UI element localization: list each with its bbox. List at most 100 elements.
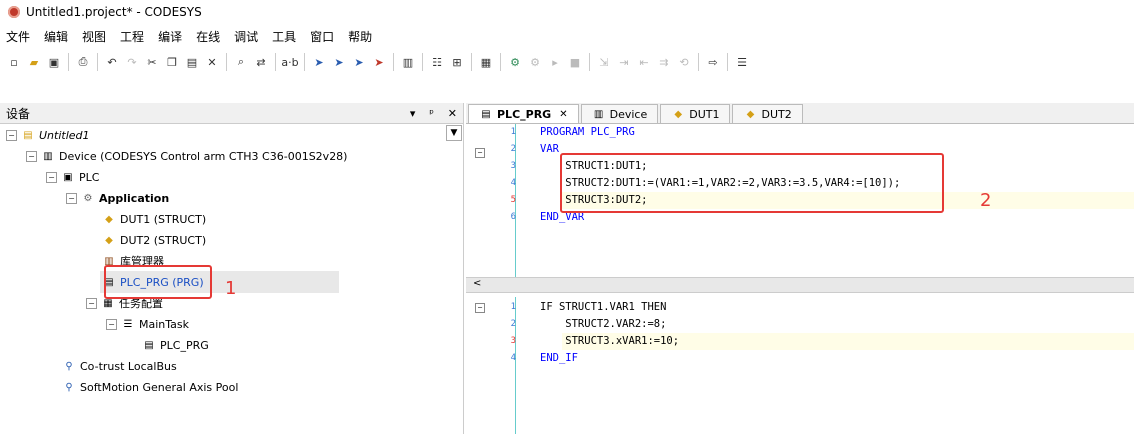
replace-icon[interactable]: ⇄ (253, 54, 269, 70)
declaration-editor[interactable]: − 1 2 3 4 5 6 PROGRAM PLC_PRG VAR STRUCT… (466, 124, 1134, 277)
tree-item-label: DUT2 (STRUCT) (120, 233, 207, 247)
bookmark-2-icon[interactable]: ➤ (331, 54, 347, 70)
tray-icon[interactable]: ☰ (734, 54, 750, 70)
step-a-icon[interactable]: ⇲ (596, 54, 612, 70)
line-number: 4 (510, 353, 516, 363)
step-d-icon[interactable]: ⇉ (656, 54, 672, 70)
tab-close-icon[interactable]: ✕ (559, 109, 567, 120)
tree-item-axis-pool[interactable]: ⚲ SoftMotion General Axis Pool (62, 377, 238, 397)
tab-dut2[interactable]: ◆ DUT2 (732, 104, 803, 123)
program-call-icon: ▤ (144, 339, 154, 351)
scroll-left-icon[interactable]: < (473, 278, 481, 289)
menu-help[interactable]: 帮助 (348, 28, 372, 45)
bookmark-3-icon[interactable]: ➤ (351, 54, 367, 70)
find-icon[interactable]: ⌕ (233, 54, 249, 70)
menu-project[interactable]: 工程 (120, 28, 144, 45)
code-line: PROGRAM PLC_PRG (540, 126, 635, 138)
undo-icon[interactable]: ↶ (104, 54, 120, 70)
menu-debug[interactable]: 调试 (234, 28, 258, 45)
annotation-label-1: 1 (225, 278, 237, 299)
tree-item-label: SoftMotion General Axis Pool (80, 380, 239, 394)
copy-icon[interactable]: ❐ (164, 54, 180, 70)
code-line: END_IF (540, 352, 578, 364)
tree-item-plc-prg-call[interactable]: ▤ PLC_PRG (142, 335, 209, 355)
struct-icon: ◆ (105, 234, 113, 246)
bus-icon: ⚲ (65, 360, 73, 372)
line-number: 5 (510, 195, 516, 205)
tree-item-localbus[interactable]: ⚲ Co-trust LocalBus (62, 356, 177, 376)
collapse-icon[interactable]: − (106, 318, 117, 330)
menu-view[interactable]: 视图 (82, 28, 106, 45)
fold-icon[interactable]: − (475, 303, 485, 313)
menu-file[interactable]: 文件 (6, 28, 30, 45)
gutter (466, 297, 516, 434)
window-icon[interactable]: ▥ (400, 54, 416, 70)
tree-item-label: Untitled1 (39, 128, 90, 142)
menu-window[interactable]: 窗口 (310, 28, 334, 45)
menu-edit[interactable]: 编辑 (44, 28, 68, 45)
redo-icon[interactable]: ↷ (124, 54, 140, 70)
panel-pin-icon[interactable]: ᵖ (429, 107, 434, 120)
tree-item-dut1[interactable]: ◆ DUT1 (STRUCT) (102, 209, 206, 229)
tab-plc-prg[interactable]: ▤ PLC_PRG ✕ (468, 104, 579, 123)
delete-icon[interactable]: ✕ (204, 54, 220, 70)
config-icon[interactable]: ☷ (429, 54, 445, 70)
tree-item-untitled1[interactable]: − ▤ Untitled1 (6, 125, 90, 145)
open-icon[interactable]: ▰ (26, 54, 42, 70)
tree-item-label: DUT1 (STRUCT) (120, 212, 207, 226)
collapse-icon[interactable]: − (6, 129, 17, 141)
tree-item-label: PLC_PRG (160, 338, 209, 352)
paste-icon[interactable]: ▤ (184, 54, 200, 70)
tree-item-device[interactable]: − ▥ Device (CODESYS Control arm CTH3 C36… (26, 146, 347, 166)
toolbar: ▫ ▰ ▣ ⎙ ↶ ↷ ✂ ❐ ▤ ✕ ⌕ ⇄ a·b ➤ ➤ ➤ ➤ ▥ ☷ … (0, 50, 844, 74)
ab-icon[interactable]: a·b (281, 54, 298, 70)
collapse-icon[interactable]: − (26, 150, 37, 162)
menu-online[interactable]: 在线 (196, 28, 220, 45)
tree-item-application[interactable]: − ⚙ Application (66, 188, 169, 208)
program-icon: ▤ (481, 108, 491, 120)
implementation-editor[interactable]: − 1 2 3 4 IF STRUCT1.VAR1 THEN STRUCT2.V… (466, 297, 1134, 434)
run-icon[interactable]: ▸ (547, 54, 563, 70)
panel-close-icon[interactable]: ✕ (448, 107, 457, 120)
plc-icon: ▣ (63, 171, 73, 183)
menu-tools[interactable]: 工具 (272, 28, 296, 45)
tree-item-dut2[interactable]: ◆ DUT2 (STRUCT) (102, 230, 206, 250)
grid-icon[interactable]: ▦ (478, 54, 494, 70)
tree-item-plc[interactable]: − ▣ PLC (46, 167, 99, 187)
add-icon[interactable]: ⊞ (449, 54, 465, 70)
tab-label: PLC_PRG (497, 107, 552, 121)
bookmark-4-icon[interactable]: ➤ (371, 54, 387, 70)
code-line: IF STRUCT1.VAR1 THEN (540, 301, 667, 313)
tab-device[interactable]: ▥ Device (580, 104, 659, 123)
step-e-icon[interactable]: ⟲ (676, 54, 692, 70)
print-icon[interactable]: ⎙ (75, 54, 91, 70)
tab-dut1[interactable]: ◆ DUT1 (660, 104, 731, 123)
editor-splitter[interactable]: < (466, 277, 1134, 293)
tree-item-label: Co-trust LocalBus (80, 359, 177, 373)
stop-icon[interactable]: ■ (567, 54, 583, 70)
task-icon: ☰ (123, 318, 133, 330)
annotation-label-2: 2 (980, 190, 992, 211)
tree-dropdown-icon[interactable]: ▼ (446, 125, 462, 141)
collapse-icon[interactable]: − (86, 297, 97, 309)
collapse-icon[interactable]: − (66, 192, 77, 204)
new-icon[interactable]: ▫ (6, 54, 22, 70)
arrow-icon[interactable]: ⇨ (705, 54, 721, 70)
menu-build[interactable]: 编译 (158, 28, 182, 45)
step-c-icon[interactable]: ⇤ (636, 54, 652, 70)
login-icon[interactable]: ⚙ (507, 54, 523, 70)
tab-label: DUT1 (689, 107, 720, 121)
step-b-icon[interactable]: ⇥ (616, 54, 632, 70)
save-icon[interactable]: ▣ (46, 54, 62, 70)
cut-icon[interactable]: ✂ (144, 54, 160, 70)
tree-item-maintask[interactable]: − ☰ MainTask (106, 314, 189, 334)
panel-dropdown-icon[interactable]: ▾ (410, 107, 416, 120)
gear-icon: ⚙ (83, 192, 93, 204)
fold-icon[interactable]: − (475, 148, 485, 158)
window-title: Untitled1.project* - CODESYS (26, 5, 202, 19)
collapse-icon[interactable]: − (46, 171, 57, 183)
device-icon: ▥ (43, 150, 53, 162)
logout-icon[interactable]: ⚙ (527, 54, 543, 70)
menu-bar: 文件 编辑 视图 工程 编译 在线 调试 工具 窗口 帮助 (0, 26, 386, 46)
bookmark-1-icon[interactable]: ➤ (311, 54, 327, 70)
